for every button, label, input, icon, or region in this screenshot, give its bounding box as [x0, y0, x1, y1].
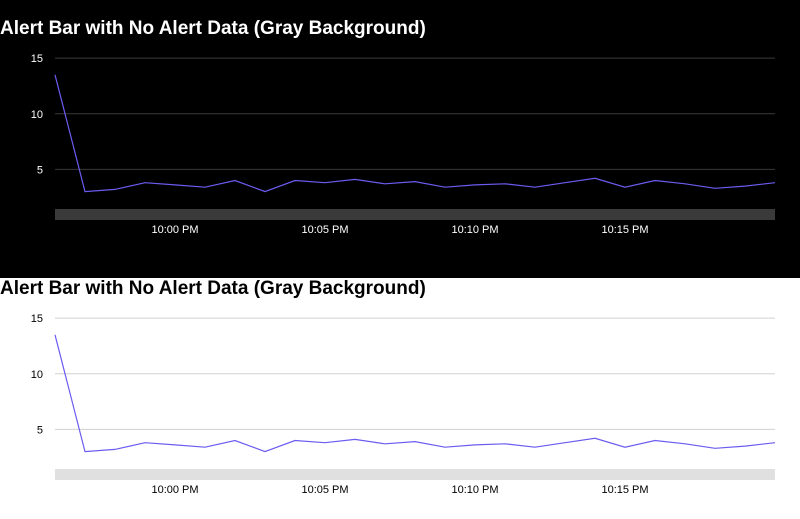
y-tick-label: 15 [31, 313, 43, 325]
line-chart-light: 5 10 15 10:00 PM 10:05 PM 10:10 PM 10:15 PM [31, 313, 776, 496]
x-tick-label: 10:00 PM [151, 224, 198, 236]
x-tick-label: 10:05 PM [301, 224, 348, 236]
chart-title: Alert Bar with No Alert Data (Gray Backg… [0, 278, 426, 299]
y-tick-label: 10 [31, 109, 43, 121]
x-tick-label: 10:10 PM [451, 224, 498, 236]
x-tick-label: 10:15 PM [601, 224, 648, 236]
line-chart-dark: 5 10 15 10:00 PM 10:05 PM 10:10 PM 10:15 PM [31, 53, 776, 236]
y-tick-label: 5 [37, 424, 43, 436]
alert-bar [55, 469, 775, 480]
series-line [54, 334, 776, 453]
chart-title: Alert Bar with No Alert Data (Gray Backg… [0, 18, 426, 39]
light-chart-panel: Alert Bar with No Alert Data (Gray Backg… [0, 278, 800, 519]
x-tick-label: 10:05 PM [301, 484, 348, 496]
y-tick-label: 5 [37, 164, 43, 176]
x-tick-label: 10:00 PM [151, 484, 198, 496]
dark-chart-panel: Alert Bar with No Alert Data (Gray Backg… [0, 0, 800, 278]
series-line [54, 74, 776, 193]
x-tick-label: 10:15 PM [601, 484, 648, 496]
alert-bar [55, 209, 775, 220]
y-tick-label: 10 [31, 369, 43, 381]
x-tick-label: 10:10 PM [451, 484, 498, 496]
y-tick-label: 15 [31, 53, 43, 65]
